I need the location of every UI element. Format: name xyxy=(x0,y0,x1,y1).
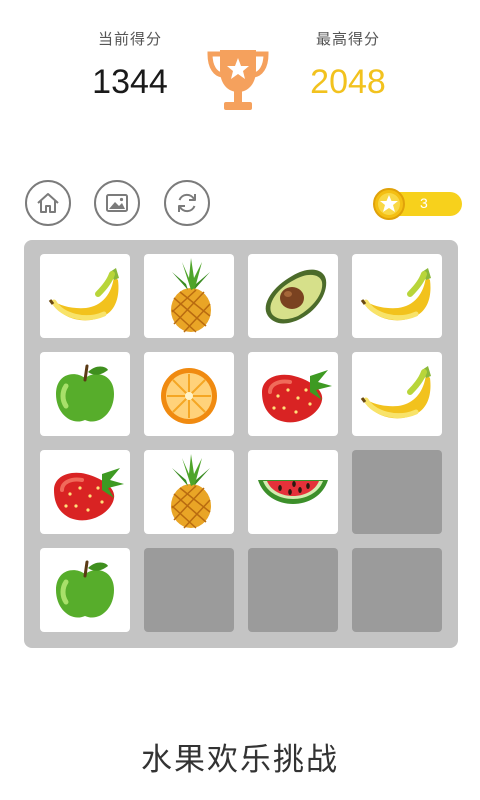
fruit-tile-avocado[interactable] xyxy=(248,254,338,338)
refresh-icon xyxy=(178,193,196,213)
strawberry-icon xyxy=(262,370,332,423)
coin-count: 3 xyxy=(420,195,428,211)
watermelon-icon xyxy=(258,480,328,504)
fruit-tile-orange[interactable] xyxy=(144,352,234,436)
avocado-icon xyxy=(265,269,327,324)
fruit-tile-banana[interactable] xyxy=(352,254,442,338)
fruit-tile-banana[interactable] xyxy=(352,352,442,436)
empty-tile[interactable] xyxy=(352,548,442,632)
restart-button[interactable] xyxy=(164,180,210,226)
game-title: 水果欢乐挑战 xyxy=(141,742,339,778)
fruit-tile-green-apple[interactable] xyxy=(40,352,130,436)
orange-icon xyxy=(161,368,217,424)
home-icon xyxy=(37,193,59,213)
home-button[interactable] xyxy=(25,180,71,226)
empty-tile[interactable] xyxy=(248,548,338,632)
fruit-tile-pineapple[interactable] xyxy=(144,254,234,338)
banana-icon xyxy=(360,366,431,419)
pineapple-icon xyxy=(171,258,211,333)
best-score-value: 2048 xyxy=(310,63,386,101)
fruit-tile-pineapple[interactable] xyxy=(144,450,234,534)
gallery-button[interactable] xyxy=(94,180,140,226)
pineapple-icon xyxy=(171,454,211,529)
green-apple-icon xyxy=(56,364,114,422)
strawberry-icon xyxy=(54,468,124,521)
current-score: 当前得分 1344 xyxy=(50,28,210,102)
banana-icon xyxy=(48,268,119,321)
green-apple-icon xyxy=(56,560,114,618)
fruit-tile-banana[interactable] xyxy=(40,254,130,338)
fruit-tile-strawberry[interactable] xyxy=(40,450,130,534)
game-board xyxy=(24,240,458,648)
star-coin-icon xyxy=(373,188,405,220)
best-score: 最高得分 2048 xyxy=(268,28,428,102)
current-score-value: 1344 xyxy=(92,63,168,101)
fruit-tile-watermelon[interactable] xyxy=(248,450,338,534)
fruit-tile-green-apple[interactable] xyxy=(40,548,130,632)
empty-tile[interactable] xyxy=(352,450,442,534)
empty-tile[interactable] xyxy=(144,548,234,632)
trophy-icon xyxy=(207,50,269,110)
banana-icon xyxy=(360,268,431,321)
fruit-tile-strawberry[interactable] xyxy=(248,352,338,436)
image-icon xyxy=(106,194,128,212)
coin-counter[interactable]: 3 xyxy=(373,188,462,220)
current-score-label: 当前得分 xyxy=(97,30,162,48)
best-score-label: 最高得分 xyxy=(315,30,380,48)
